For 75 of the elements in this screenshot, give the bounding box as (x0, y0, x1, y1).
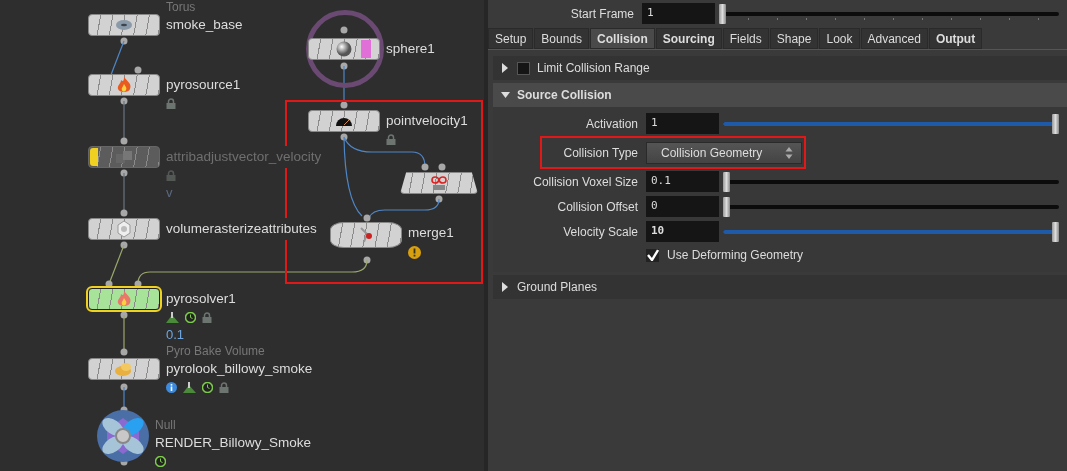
node-value-label: v (166, 185, 173, 200)
section-header[interactable]: Ground Planes (493, 275, 1067, 299)
input-field[interactable]: 0 (646, 196, 719, 217)
node-tile[interactable] (88, 288, 160, 310)
parameter-label: Velocity Scale (562, 224, 639, 239)
node-tile[interactable] (88, 146, 160, 168)
caret-icon (501, 90, 510, 100)
flame-icon (116, 290, 132, 308)
infinity-icon (429, 175, 449, 191)
node-tile[interactable] (97, 410, 149, 462)
node-tile[interactable] (88, 74, 160, 96)
torus-icon (115, 18, 133, 32)
input-field[interactable]: 10 (646, 221, 719, 242)
input-field[interactable]: 0.1 (646, 171, 719, 192)
caret-icon (501, 282, 510, 292)
node-tile[interactable] (88, 218, 160, 240)
slider[interactable] (723, 113, 1059, 134)
node-tile[interactable] (308, 110, 380, 132)
flame-icon (116, 76, 132, 94)
info-icon (166, 382, 177, 393)
node-type-label: Torus (166, 0, 196, 14)
slider[interactable] (723, 221, 1059, 242)
tab[interactable]: Fields (722, 28, 769, 49)
clock-icon (155, 456, 166, 467)
parameter-label: Collision Type (562, 145, 639, 160)
tab[interactable]: Shape (769, 28, 819, 49)
tab[interactable]: Output (928, 28, 983, 49)
parameter-label: Collision Voxel Size (532, 174, 639, 189)
dropdown-menu[interactable]: Collision Geometry (646, 141, 802, 164)
node-tile[interactable] (308, 38, 380, 60)
merge-icon (357, 226, 375, 244)
node-tile[interactable] (330, 222, 402, 248)
node-type-label: Null (155, 418, 176, 432)
connection-wire (120, 169, 128, 217)
input-field[interactable]: 1 (642, 3, 715, 24)
node-tile[interactable] (88, 358, 160, 380)
checkbox[interactable] (517, 61, 530, 75)
hill-icon (166, 312, 179, 323)
slider[interactable] (719, 3, 1059, 24)
slider[interactable] (723, 171, 1059, 192)
parameter-label: Start Frame (569, 6, 635, 21)
node-type-label: Pyro Bake Volume (166, 344, 265, 358)
slider[interactable] (723, 196, 1059, 217)
input-field[interactable]: 1 (646, 113, 719, 134)
lock-icon (202, 312, 212, 323)
lock-icon (219, 382, 229, 393)
tab[interactable]: Advanced (860, 28, 928, 49)
node-value-label: 0.1 (166, 327, 185, 342)
node-tile[interactable] (88, 14, 160, 36)
connection-wire (120, 97, 128, 145)
warning-icon (408, 246, 421, 259)
tab[interactable]: Bounds (534, 28, 590, 49)
caret-icon (501, 63, 510, 73)
parameter-label: Collision Offset (556, 199, 639, 214)
hill-icon (183, 382, 196, 393)
tab[interactable]: Setup (488, 28, 534, 49)
sphere-icon (336, 41, 352, 57)
connection-wire (120, 311, 128, 356)
gauge-icon (335, 115, 353, 127)
clock-icon (185, 312, 196, 323)
section-header[interactable]: Limit Collision Range (493, 56, 1067, 80)
lock-icon (386, 134, 396, 145)
up-down-arrows-icon (785, 145, 793, 160)
parameter-label: Activation (584, 116, 639, 131)
bypass-flag[interactable] (90, 148, 98, 166)
node-name[interactable]: volumerasterizeattributes (166, 218, 317, 240)
tab[interactable]: Collision (590, 28, 655, 49)
lock-icon (166, 98, 176, 109)
node-tile[interactable] (400, 172, 478, 194)
tab[interactable]: Look (819, 28, 860, 49)
section-header[interactable]: Source Collision (493, 83, 1067, 107)
tab[interactable]: Sourcing (655, 28, 722, 49)
checkbox-label: Use Deforming Geometry (667, 248, 804, 262)
clock-icon (202, 382, 213, 393)
lock-icon (166, 170, 176, 181)
